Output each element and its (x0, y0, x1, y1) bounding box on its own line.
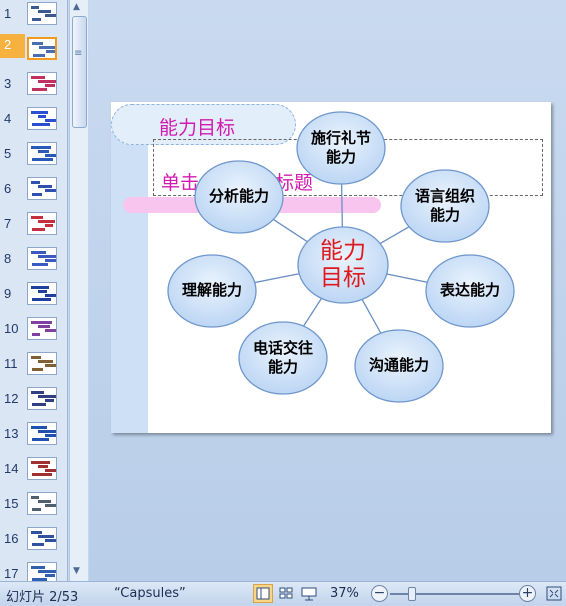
thumbnail-image[interactable] (27, 527, 57, 550)
theme-name: “Capsules” (114, 586, 186, 601)
slide-thumbnail-16[interactable]: 16 (0, 527, 67, 557)
thumbnail-image[interactable] (27, 352, 57, 375)
slide-sorter-button[interactable] (276, 584, 296, 603)
thumbnail-image[interactable] (27, 317, 57, 340)
node-label: 语言组织 能力 (414, 187, 475, 224)
fit-window-icon (546, 586, 562, 601)
thumbnail-number: 1 (4, 6, 12, 21)
thumbnail-number: 3 (4, 76, 12, 91)
thumbnail-image[interactable] (27, 177, 57, 200)
thumbnail-number: 8 (4, 251, 12, 266)
normal-view-button[interactable] (253, 584, 273, 603)
thumbnail-number: 16 (4, 531, 19, 546)
thumbnail-number: 7 (4, 216, 12, 231)
thumbnail-number: 12 (4, 391, 19, 406)
scrollbar-thumb[interactable] (72, 16, 87, 128)
slide-thumbnail-11[interactable]: 11 (0, 352, 67, 382)
thumbnail-number: 2 (0, 34, 25, 58)
slide-canvas[interactable]: 能力目标 单击此处添加标题 施行礼节能力语言组织能力表达能力沟通能力电话交往能力… (111, 102, 551, 433)
slide-thumbnail-15[interactable]: 15 (0, 492, 67, 522)
slide-thumbnail-1[interactable]: 1 (0, 2, 67, 32)
thumbnail-scrollbar[interactable]: ▲ ≡ ▼ (69, 0, 88, 581)
slide-thumbnail-13[interactable]: 13 (0, 422, 67, 452)
slide-thumbnail-pane[interactable]: 1 2 3 4 5 6 7 8 9 10 11 12 13 14 15 16 17 (0, 0, 68, 581)
thumbnail-number: 17 (4, 566, 19, 581)
slide-thumbnail-3[interactable]: 3 (0, 72, 67, 102)
slide-thumbnail-6[interactable]: 6 (0, 177, 67, 207)
node-label: 施行礼节 能力 (310, 129, 371, 166)
slide-thumbnail-9[interactable]: 9 (0, 282, 67, 312)
node-label: 沟通能力 (368, 356, 429, 374)
thumbnail-image[interactable] (27, 2, 57, 25)
slide-counter: 幻灯片 2/53 (6, 590, 79, 605)
slide-thumbnail-17[interactable]: 17 (0, 562, 67, 581)
slide-thumbnail-4[interactable]: 4 (0, 107, 67, 137)
thumbnail-image[interactable] (27, 282, 57, 305)
slide-thumbnail-14[interactable]: 14 (0, 457, 67, 487)
zoom-in-button[interactable]: + (519, 585, 536, 602)
thumbnail-number: 9 (4, 286, 12, 301)
scroll-up-icon[interactable]: ▲ (73, 2, 80, 12)
slide-thumbnail-7[interactable]: 7 (0, 212, 67, 242)
thumbnail-image[interactable] (27, 387, 57, 410)
scroll-down-icon[interactable]: ▼ (73, 566, 80, 576)
thumbnail-image[interactable] (27, 247, 57, 270)
slide-thumbnail-8[interactable]: 8 (0, 247, 67, 277)
scroll-grip-icon: ≡ (74, 48, 83, 59)
thumbnail-image[interactable] (27, 72, 57, 95)
thumbnail-image[interactable] (27, 37, 57, 60)
zoom-slider-thumb[interactable] (408, 587, 416, 601)
node-label: 表达能力 (439, 281, 500, 299)
thumbnail-number: 15 (4, 496, 19, 511)
thumbnail-image[interactable] (27, 562, 57, 581)
thumbnail-number: 14 (4, 461, 19, 476)
node-label: 理解能力 (181, 281, 242, 299)
slide-thumbnail-10[interactable]: 10 (0, 317, 67, 347)
thumbnail-number: 13 (4, 426, 19, 441)
thumbnail-number: 4 (4, 111, 12, 126)
thumbnail-image[interactable] (27, 422, 57, 445)
status-bar: 幻灯片 2/53 “Capsules” 37% − + (0, 581, 566, 605)
thumbnail-image[interactable] (27, 492, 57, 515)
slideshow-button[interactable] (299, 584, 319, 603)
node-label: 分析能力 (208, 187, 269, 205)
thumbnail-number: 11 (4, 356, 18, 371)
thumbnail-number: 5 (4, 146, 12, 161)
center-label: 能力 目标 (320, 238, 366, 291)
node-label: 电话交往 能力 (252, 339, 313, 376)
thumbnail-number: 10 (4, 321, 19, 336)
slide-thumbnail-12[interactable]: 12 (0, 387, 67, 417)
slide-thumbnail-2[interactable]: 2 (0, 34, 67, 67)
slide-sorter-icon (279, 587, 293, 599)
slideshow-icon (301, 587, 317, 601)
fit-to-window-button[interactable] (544, 584, 564, 603)
thumbnail-image[interactable] (27, 142, 57, 165)
slide-thumbnail-5[interactable]: 5 (0, 142, 67, 172)
zoom-level[interactable]: 37% (330, 586, 359, 601)
thumbnail-number: 6 (4, 181, 12, 196)
thumbnail-image[interactable] (27, 212, 57, 235)
thumbnail-image[interactable] (27, 457, 57, 480)
normal-view-icon (256, 587, 270, 600)
zoom-out-button[interactable]: − (371, 585, 388, 602)
thumbnail-image[interactable] (27, 107, 57, 130)
